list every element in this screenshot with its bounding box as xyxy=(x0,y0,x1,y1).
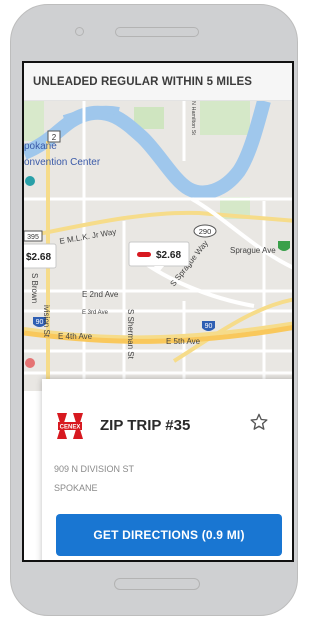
brand-label: CENEX xyxy=(60,425,81,431)
map-label-convention-center: onvention Center xyxy=(24,157,101,168)
price-label-selected: $2.68 xyxy=(156,250,181,261)
get-directions-button[interactable]: GET DIRECTIONS (0.9 MI) xyxy=(56,514,282,556)
price-label: $2.68 xyxy=(26,252,51,263)
route-395-label: 395 xyxy=(27,234,39,241)
route-90-right-label: 90 xyxy=(205,323,213,330)
app-screen: UNLEADED REGULAR WITHIN 5 MILES 2 290 39… xyxy=(22,61,294,562)
map-label-2nd-ave: E 2nd Ave xyxy=(82,290,119,299)
map-label-s-browne: S Brown xyxy=(30,273,39,303)
gas-station-icon xyxy=(137,252,151,257)
station-name: ZIP TRIP #35 xyxy=(100,417,191,434)
route-290-label: 290 xyxy=(199,227,212,236)
map-label-5th-ave: E 5th Ave xyxy=(166,337,201,346)
speaker-grille xyxy=(115,27,199,37)
cenex-logo: CENEX xyxy=(55,413,85,439)
home-button[interactable] xyxy=(114,578,200,590)
station-card: CENEX ZIP TRIP #35 909 N DIVISION ST SPO… xyxy=(42,379,292,560)
map-view[interactable]: 2 290 395 90 90 pokane onvention Center … xyxy=(24,101,292,391)
price-marker[interactable]: $2.68 xyxy=(24,243,57,269)
star-outline-icon[interactable] xyxy=(249,412,269,432)
address-line1: 909 N DIVISION ST xyxy=(54,464,135,474)
map-label-3rd-ave: E 3rd Ave xyxy=(82,310,109,316)
camera-icon xyxy=(75,27,84,36)
map-label-division-st: ivision St xyxy=(42,305,51,338)
map-label-s-sherman-st: S Sherman St xyxy=(126,309,135,360)
map-label-spokane: pokane xyxy=(24,141,57,152)
map-label-hamilton-st: N Hamilton St xyxy=(190,101,196,135)
results-title: UNLEADED REGULAR WITHIN 5 MILES xyxy=(33,76,253,88)
address-line2: SPOKANE xyxy=(54,483,98,493)
map-label-sprague-ave: Sprague Ave xyxy=(230,246,276,255)
map-label-4th-ave: E 4th Ave xyxy=(58,332,93,341)
results-header: UNLEADED REGULAR WITHIN 5 MILES xyxy=(24,63,292,101)
